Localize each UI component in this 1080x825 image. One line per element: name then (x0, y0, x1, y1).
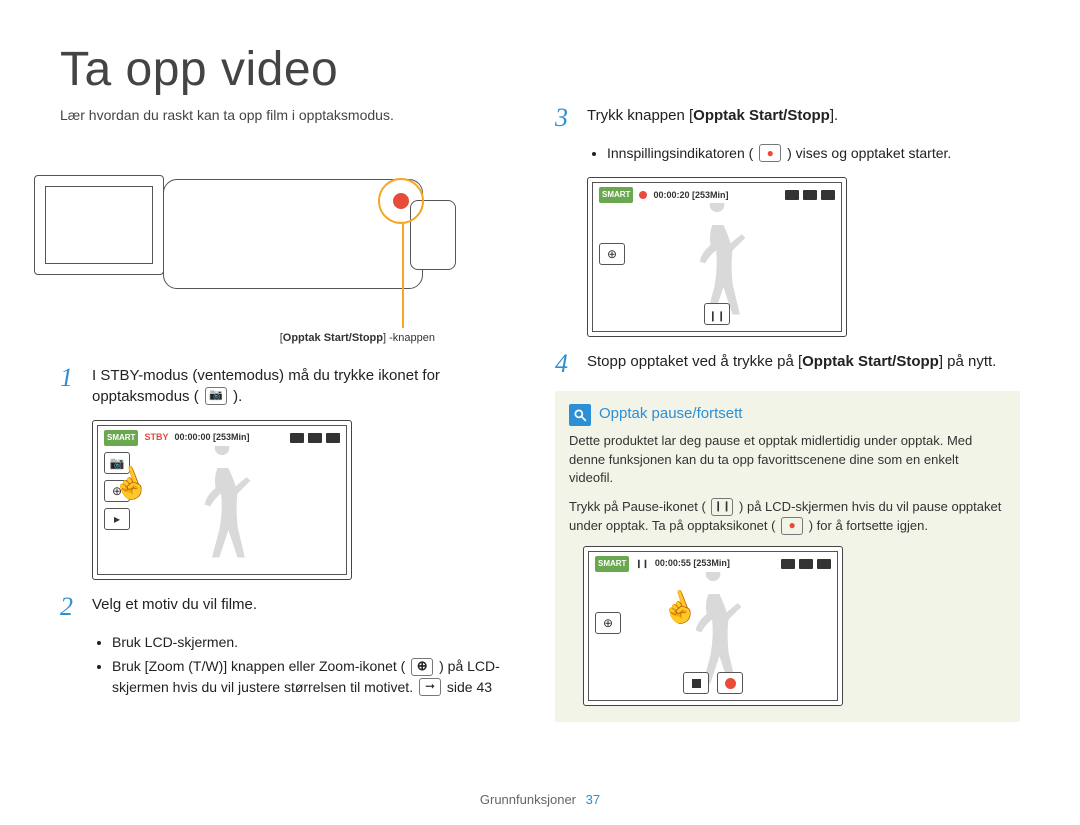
zoom-icon: ⊕ (595, 612, 621, 634)
step-4: 4 Stopp opptaket ved å trykke på [Opptak… (555, 351, 1020, 377)
lcd-screenshot-paused: SMART 00:00:55 [253Min] ⊕ ☝ (583, 546, 843, 706)
step-2-bullet-1: Bruk LCD-skjermen. (112, 632, 525, 652)
camcorder-illustration (60, 144, 525, 324)
lcd-time-stby: 00:00:00 [253Min] (174, 431, 249, 445)
footer-section: Grunnfunksjoner (480, 792, 576, 807)
step-2-number: 2 (60, 594, 82, 620)
note-box: Opptak pause/fortsett Dette produktet la… (555, 391, 1020, 722)
page-title: Ta opp video (60, 42, 1020, 97)
zoom-icon: ⊕ (599, 243, 625, 265)
stop-button-icon (683, 672, 709, 694)
stby-label: STBY (144, 431, 168, 445)
step-1: 1 I STBY-modus (ventemodus) må du trykke… (60, 365, 525, 409)
page-footer: Grunnfunksjoner 37 (0, 792, 1080, 807)
step-3-bullet-1: Innspillingsindikatoren ( ) vises og opp… (607, 143, 1020, 163)
step-4-number: 4 (555, 351, 577, 377)
pause-button-icon (704, 303, 730, 325)
lcd-status-icons (781, 559, 831, 569)
lcd-time-rec: 00:00:20 [253Min] (653, 189, 728, 203)
note-paragraph-1: Dette produktet lar deg pause et opptak … (569, 432, 1006, 489)
record-dot-icon (393, 193, 409, 209)
pause-icon (711, 498, 733, 516)
step-2-text: Velg et motiv du vil filme. (92, 594, 525, 620)
record-dot-icon (639, 191, 647, 199)
camcorder-caption: [Opptak Start/Stopp] -knappen (60, 330, 525, 347)
lcd-screenshot-stby: SMART STBY 00:00:00 [253Min] 📷 ⊕ ▸ ☝ (92, 420, 352, 580)
lcd-time-pause: 00:00:55 [253Min] (655, 557, 730, 571)
intro-text: Lær hvordan du raskt kan ta opp film i o… (60, 105, 525, 126)
camera-icon (205, 387, 227, 405)
smart-badge: SMART (595, 556, 629, 572)
step-2-bullet-2: Bruk [Zoom (T/W)] knappen eller Zoom-iko… (112, 656, 525, 697)
record-icon (781, 517, 803, 535)
magnifier-icon (569, 404, 591, 426)
step-3-text: Trykk knappen [Opptak Start/Stopp]. (587, 105, 1020, 131)
record-indicator-icon (759, 144, 781, 162)
smart-badge: SMART (599, 187, 633, 203)
golfer-silhouette (187, 446, 257, 574)
step-4-text: Stopp opptaket ved å trykke på [Opptak S… (587, 351, 1020, 377)
note-paragraph-2: Trykk på Pause-ikonet ( ) på LCD-skjerme… (569, 498, 1006, 536)
lcd-screenshot-recording: SMART 00:00:20 [253Min] ⊕ (587, 177, 847, 337)
step-3: 3 Trykk knappen [Opptak Start/Stopp]. (555, 105, 1020, 131)
step-2: 2 Velg et motiv du vil filme. (60, 594, 525, 620)
right-column: 3 Trykk knappen [Opptak Start/Stopp]. In… (555, 105, 1020, 722)
step-1-number: 1 (60, 365, 82, 409)
left-column: Lær hvordan du raskt kan ta opp film i o… (60, 105, 525, 722)
record-button-icon (717, 672, 743, 694)
step-2-bullets: Bruk LCD-skjermen. Bruk [Zoom (T/W)] kna… (112, 632, 525, 697)
arrow-icon (419, 678, 441, 696)
pause-indicator-icon (635, 557, 648, 571)
play-icon: ▸ (104, 508, 130, 530)
lcd-status-icons (785, 190, 835, 200)
note-title: Opptak pause/fortsett (599, 403, 742, 426)
step-3-number: 3 (555, 105, 577, 131)
step-3-bullets: Innspillingsindikatoren ( ) vises og opp… (607, 143, 1020, 163)
smart-badge: SMART (104, 430, 138, 446)
lcd-status-icons (290, 433, 340, 443)
record-button-callout (378, 178, 424, 224)
zoom-icon (411, 658, 433, 676)
page-number: 37 (586, 792, 600, 807)
step-1-text: I STBY-modus (ventemodus) må du trykke i… (92, 365, 525, 409)
